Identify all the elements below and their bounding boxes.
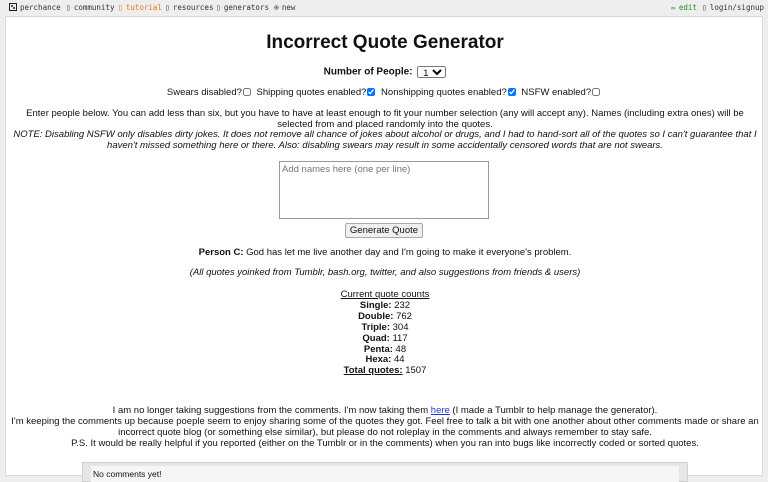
nav-resources-label: resources bbox=[172, 3, 214, 12]
count-single: Single: 232 bbox=[6, 300, 764, 311]
bug-report-note: P.S. It would be really helpful if you r… bbox=[71, 438, 699, 449]
people-row: Number of People: 1 bbox=[6, 66, 764, 78]
shipping-checkbox[interactable] bbox=[367, 88, 376, 97]
count-label: Triple: bbox=[361, 322, 390, 333]
nav-edit[interactable]: ✏ edit bbox=[671, 3, 697, 12]
nonshipping-checkbox[interactable] bbox=[507, 88, 516, 97]
total-value: 1507 bbox=[405, 365, 427, 376]
plus-circle-icon: ⊕ bbox=[274, 2, 279, 12]
nav-community[interactable]: ▯ community bbox=[66, 3, 114, 12]
intro-text: Enter people below. You can add less tha… bbox=[26, 108, 744, 130]
people-select[interactable]: 1 bbox=[417, 66, 447, 78]
swears-label: Swears disabled? bbox=[166, 87, 242, 98]
comments-note: I'm keeping the comments up because poep… bbox=[11, 416, 759, 438]
nav-generators-label: generators bbox=[223, 3, 269, 12]
count-quad: Quad: 117 bbox=[6, 333, 764, 344]
nav-resources[interactable]: ▯ resources bbox=[165, 3, 213, 12]
generator-panel: Incorrect Quote Generator Number of Peop… bbox=[5, 16, 764, 482]
count-total: Total quotes: 1507 bbox=[6, 365, 764, 376]
comments-section: No comments yet! bbox=[82, 462, 688, 482]
nav-generators[interactable]: ▯ generators bbox=[216, 3, 269, 12]
count-label: Quad: bbox=[362, 333, 390, 344]
nsfw-label: NSFW enabled? bbox=[521, 87, 592, 98]
community-icon: ▯ bbox=[66, 2, 71, 12]
people-label: Number of People: bbox=[323, 66, 413, 78]
nonshipping-label: Nonshipping quotes enabled? bbox=[381, 87, 507, 98]
pencil-icon: ✏ bbox=[671, 2, 676, 12]
sources-note: (All quotes yoinked from Tumblr, bash.or… bbox=[189, 267, 581, 278]
nav-brand[interactable]: perchance bbox=[9, 2, 61, 12]
swears-checkbox[interactable] bbox=[242, 88, 251, 97]
page-title: Incorrect Quote Generator bbox=[266, 32, 504, 53]
nav-brand-label: perchance bbox=[20, 3, 61, 12]
resources-icon: ▯ bbox=[165, 2, 170, 12]
shipping-label: Shipping quotes enabled? bbox=[256, 87, 367, 98]
count-hexa: Hexa: 44 bbox=[6, 354, 764, 365]
top-nav: perchance ▯ community ▯ tutorial ▯ resou… bbox=[0, 0, 768, 15]
generate-quote-button[interactable]: Generate Quote bbox=[345, 223, 423, 238]
nsfw-note: NOTE: Disabling NSFW only disables dirty… bbox=[13, 129, 757, 151]
count-value: 44 bbox=[393, 354, 405, 365]
nsfw-checkbox[interactable] bbox=[592, 88, 601, 97]
user-icon: ▯ bbox=[702, 2, 707, 12]
total-label: Total quotes: bbox=[343, 365, 403, 376]
quote-text: God has let me live another day and I'm … bbox=[243, 247, 572, 258]
nav-tutorial[interactable]: ▯ tutorial bbox=[118, 3, 162, 12]
generated-quote: Person C: God has let me live another da… bbox=[6, 247, 764, 258]
count-value: 232 bbox=[394, 300, 411, 311]
count-value: 762 bbox=[396, 311, 412, 322]
nav-login-label: login/signup bbox=[709, 3, 765, 12]
options-row: Swears disabled? Shipping quotes enabled… bbox=[6, 87, 764, 98]
nav-community-label: community bbox=[73, 3, 115, 12]
tutorial-icon: ▯ bbox=[118, 2, 123, 12]
count-value: 117 bbox=[392, 333, 408, 344]
counts-title: Current quote counts bbox=[340, 289, 430, 300]
nav-edit-label: edit bbox=[678, 3, 697, 12]
nav-tutorial-label: tutorial bbox=[125, 3, 162, 12]
names-input[interactable] bbox=[279, 161, 489, 219]
tumblr-link[interactable]: here bbox=[431, 405, 450, 416]
count-triple: Triple: 304 bbox=[6, 322, 764, 333]
dice-icon bbox=[9, 2, 17, 11]
count-double: Double: 762 bbox=[6, 311, 764, 322]
count-label: Double: bbox=[358, 311, 394, 322]
nav-new-label: new bbox=[281, 3, 296, 12]
count-value: 304 bbox=[392, 322, 409, 333]
nav-login[interactable]: ▯ login/signup bbox=[702, 3, 764, 12]
suggestions-text-end: (I made a Tumblr to help manage the gene… bbox=[449, 405, 658, 416]
suggestions-text: I am no longer taking suggestions from t… bbox=[112, 405, 431, 416]
suggestions-note: I am no longer taking suggestions from t… bbox=[6, 405, 764, 416]
generators-icon: ▯ bbox=[216, 2, 221, 12]
count-label: Hexa: bbox=[365, 354, 392, 365]
count-label: Single: bbox=[359, 300, 392, 311]
quote-speaker: Person C: bbox=[198, 247, 244, 258]
nav-new[interactable]: ⊕ new bbox=[274, 3, 295, 12]
